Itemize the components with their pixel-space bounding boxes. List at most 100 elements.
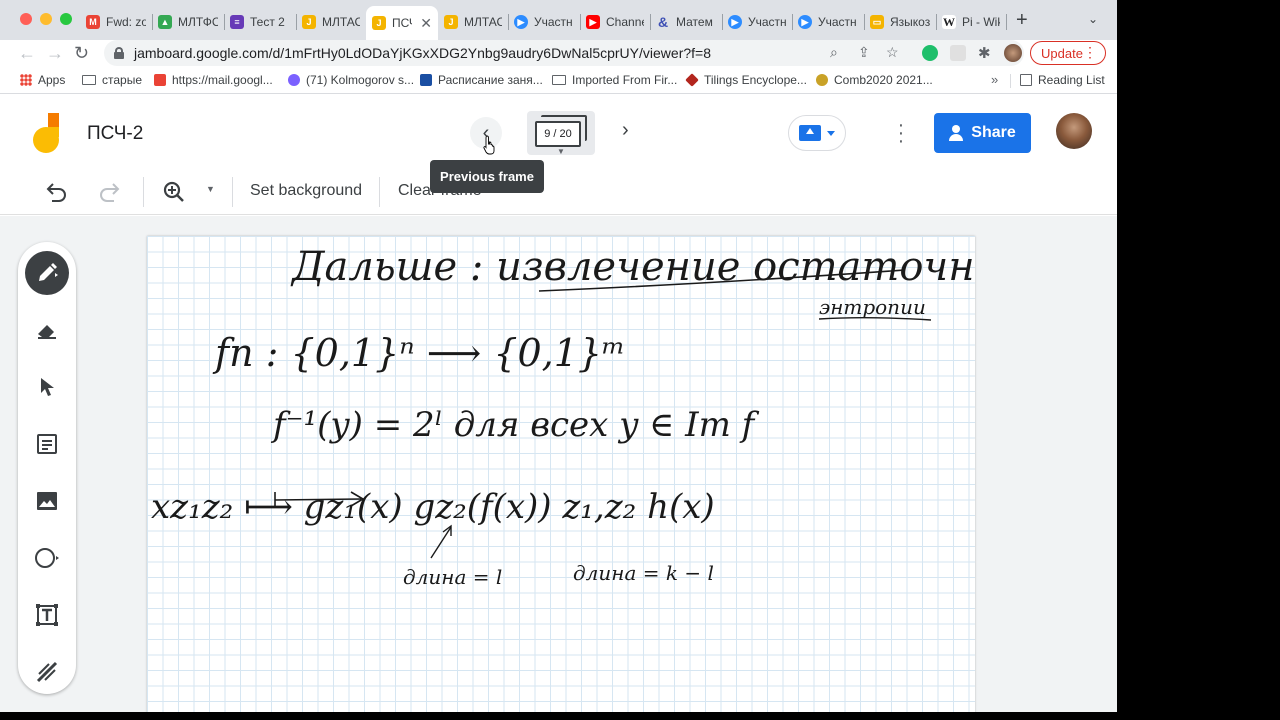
- jam-toolbar: ▼ Set background Clear frame: [0, 169, 1117, 215]
- folder-icon: [82, 75, 96, 85]
- tab-test2[interactable]: ≡ Тест 2: [224, 8, 296, 36]
- bookmarks-bar: Apps старые https://mail.googl... (71) K…: [0, 68, 1117, 94]
- sticky-note-icon: [37, 434, 57, 454]
- maximize-window-icon[interactable]: [60, 13, 72, 25]
- sticky-note-tool[interactable]: [25, 422, 69, 466]
- caret-down-icon: [827, 130, 835, 136]
- image-tool[interactable]: [25, 479, 69, 523]
- calendar-icon: [420, 74, 432, 86]
- tab-fwd[interactable]: M Fwd: zo: [80, 8, 152, 36]
- bookmark-comb2020[interactable]: Comb2020 2021...: [816, 73, 933, 87]
- bookmark-folder-imported[interactable]: Imported From Fir...: [552, 73, 677, 87]
- previous-frame-tooltip: Previous frame: [430, 160, 544, 193]
- board-line-function: fn : {0,1}ⁿ ⟶ {0,1}ᵐ: [212, 331, 625, 375]
- frame-counter-button[interactable]: 9 / 20 ▼: [527, 111, 595, 156]
- board-line-preimage: f⁻¹(y) = 2ˡ для всех y ∈ Im f: [270, 405, 760, 445]
- jamboard-icon: J: [372, 16, 386, 30]
- tab-pi-wiki[interactable]: W Pi - Wik: [936, 8, 1006, 36]
- tab-uchastn-3[interactable]: ▶ Участн: [792, 8, 864, 36]
- bookmark-star-icon[interactable]: ☆: [886, 44, 899, 61]
- address-url: jamboard.google.com/d/1mFrtHy0LdODaYjKGx…: [134, 45, 711, 61]
- new-tab-icon[interactable]: +: [1016, 9, 1028, 32]
- tilings-icon: [685, 73, 699, 87]
- bookmark-mail[interactable]: https://mail.googl...: [154, 73, 273, 87]
- tab-psch-active[interactable]: J ПСЧ ✕: [366, 6, 438, 40]
- tab-search-chevron-icon[interactable]: ⌄: [1088, 12, 1098, 26]
- close-window-icon[interactable]: [20, 13, 32, 25]
- address-bar[interactable]: jamboard.google.com/d/1mFrtHy0LdODaYjKGx…: [104, 40, 1024, 66]
- extension-icon[interactable]: [950, 45, 966, 61]
- profile-avatar-small[interactable]: [1004, 44, 1022, 62]
- eraser-icon: [38, 325, 56, 339]
- lock-icon: [114, 47, 124, 59]
- select-tool[interactable]: [25, 365, 69, 409]
- handwriting-strokes: Дальше : извлечение остаточной энтропии …: [151, 244, 975, 589]
- circle-tool[interactable]: [25, 536, 69, 580]
- wikipedia-icon: W: [942, 14, 956, 29]
- jam-title[interactable]: ПСЧ-2: [87, 123, 143, 145]
- person-icon: [949, 125, 964, 141]
- more-options-icon[interactable]: · · ·: [896, 115, 906, 151]
- workspace: Дальше : извлечение остаточной энтропии …: [0, 216, 1117, 712]
- zoom-dropdown-icon[interactable]: ▼: [206, 184, 215, 194]
- tab-mltas-1[interactable]: J МЛТАС: [296, 8, 366, 36]
- update-button[interactable]: Update ⋮: [1030, 41, 1106, 65]
- jamboard-icon: J: [302, 15, 316, 29]
- browser-window: M Fwd: zo ▲ МЛТФС ≡ Тест 2 J МЛТАС J ПСЧ…: [0, 0, 1117, 712]
- pen-tool[interactable]: [25, 251, 69, 295]
- present-screen-icon: [799, 125, 821, 141]
- forward-icon[interactable]: →: [46, 43, 64, 64]
- bookmark-raspisanie[interactable]: Расписание заня...: [420, 73, 543, 87]
- tab-yazykoz[interactable]: ▭ Языкоз: [864, 8, 936, 36]
- apps-grid-icon: [20, 74, 32, 86]
- bookmark-tilings[interactable]: Tilings Encyclope...: [685, 73, 807, 87]
- share-button[interactable]: Share: [934, 113, 1031, 153]
- ampersand-icon: &: [657, 14, 669, 30]
- jam-canvas[interactable]: Дальше : извлечение остаточной энтропии …: [147, 236, 975, 712]
- extensions-puzzle-icon[interactable]: ✱: [978, 44, 991, 62]
- set-background-button[interactable]: Set background: [250, 182, 362, 200]
- zoom-icon: ▶: [728, 15, 742, 29]
- text-box-icon: [36, 604, 58, 626]
- reload-icon[interactable]: ↻: [74, 43, 89, 64]
- drive-icon: ▲: [158, 15, 172, 29]
- text-box-tool[interactable]: [25, 593, 69, 637]
- share-page-icon[interactable]: ⇪: [858, 44, 870, 61]
- youtube-icon: ▶: [586, 15, 600, 29]
- tab-channel[interactable]: ▶ Channe: [580, 8, 650, 36]
- close-tab-icon[interactable]: ✕: [420, 15, 432, 32]
- board-line-entropy: энтропии: [819, 295, 926, 319]
- tab-matem[interactable]: & Матем: [650, 8, 722, 36]
- jamboard-logo-icon[interactable]: [33, 113, 63, 153]
- laser-tool[interactable]: [25, 650, 69, 694]
- undo-icon[interactable]: [46, 182, 68, 202]
- tab-mltfs[interactable]: ▲ МЛТФС: [152, 8, 224, 36]
- user-avatar[interactable]: [1056, 113, 1092, 149]
- bookmark-apps[interactable]: Apps: [20, 73, 65, 87]
- zoom-in-icon[interactable]: [163, 181, 185, 203]
- menu-dots-icon: ⋮: [1083, 44, 1097, 60]
- reading-list[interactable]: Reading List: [1020, 73, 1105, 87]
- zoom-magnifier-icon[interactable]: ⌕: [830, 44, 838, 61]
- zoom-icon: ▶: [798, 15, 812, 29]
- screen: M Fwd: zo ▲ МЛТФС ≡ Тест 2 J МЛТАС J ПСЧ…: [0, 0, 1280, 720]
- tab-uchastn-1[interactable]: ▶ Участн: [508, 8, 580, 36]
- bookmark-folder-starye[interactable]: старые: [82, 73, 142, 87]
- eraser-tool[interactable]: [25, 308, 69, 352]
- back-icon[interactable]: ←: [18, 43, 36, 64]
- redo-icon[interactable]: [98, 182, 120, 202]
- tab-strip: M Fwd: zo ▲ МЛТФС ≡ Тест 2 J МЛТАС J ПСЧ…: [0, 0, 1117, 40]
- present-button[interactable]: [788, 115, 846, 151]
- minimize-window-icon[interactable]: [40, 13, 52, 25]
- screen-border-bottom: [0, 712, 1280, 720]
- board-line-title: Дальше : извлечение остаточной: [290, 244, 975, 290]
- tab-uchastn-2[interactable]: ▶ Участн: [722, 8, 792, 36]
- more-bookmarks-icon[interactable]: »: [991, 72, 998, 87]
- tab-mltas-2[interactable]: J МЛТАС: [438, 8, 508, 36]
- forms-icon: ≡: [230, 15, 244, 29]
- bookmark-kolmogorov[interactable]: (71) Kolmogorov s...: [288, 73, 414, 87]
- frame-counter-text: 9 / 20: [535, 121, 581, 147]
- grammarly-extension-icon[interactable]: [922, 45, 938, 61]
- next-frame-button[interactable]: ›: [622, 119, 629, 142]
- caret-down-icon: ▼: [557, 147, 565, 156]
